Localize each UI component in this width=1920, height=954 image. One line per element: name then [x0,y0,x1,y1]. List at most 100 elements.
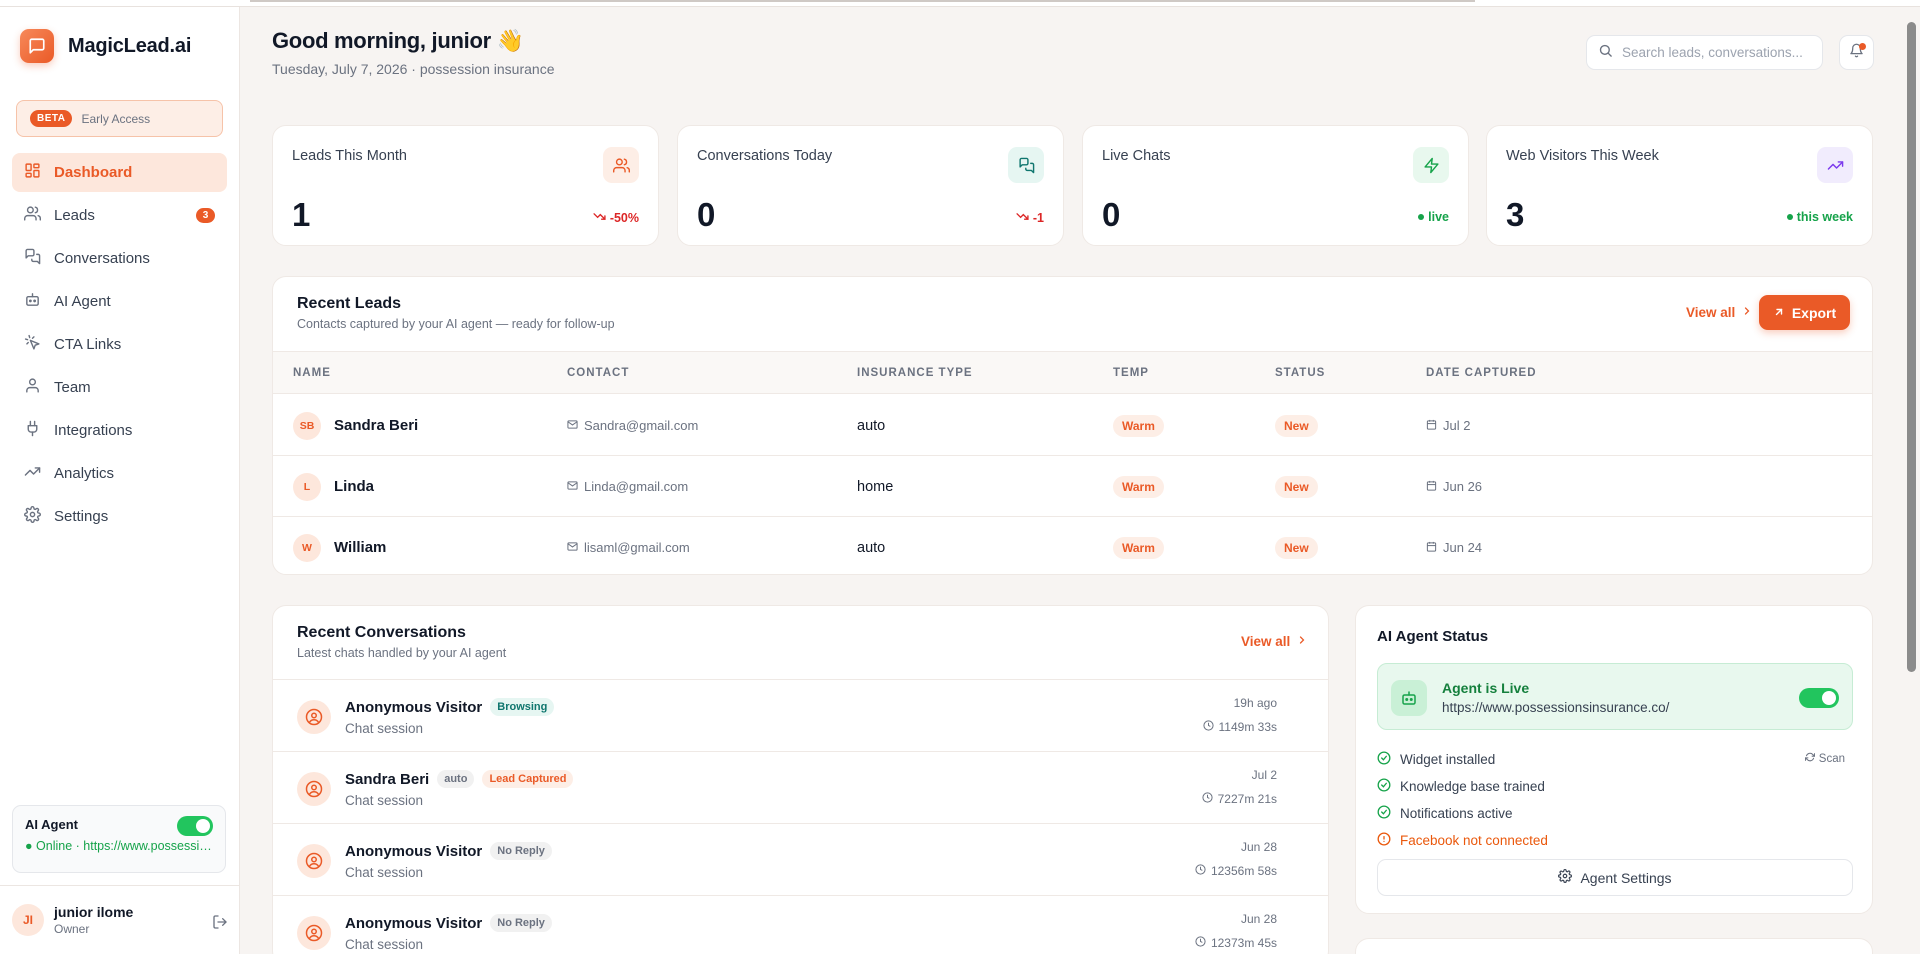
page-scrollbar[interactable] [1907,22,1916,672]
agent-live-url: https://www.possessionsinsurance.co/ [1442,700,1670,715]
plug-icon [24,420,41,441]
logout-icon[interactable] [212,914,228,935]
table-row[interactable]: SB Sandra Beri Sandra@gmail.com auto Warm New… [273,395,1872,456]
lead-insurance-type: home [857,478,894,495]
agent-toggle[interactable] [177,816,213,836]
trend-icon [24,463,41,484]
page-subtitle: Tuesday, July 7, 2026 · possession insur… [272,61,555,77]
ai-agent-status-card: AI Agent Status Agent is Live https://ww… [1355,605,1873,914]
check-circle-icon [1377,751,1391,768]
conversation-duration-text: 12373m 45s [1210,936,1277,950]
calendar-icon [1426,479,1437,494]
avatar: JI [12,904,44,936]
mail-icon [567,418,578,433]
stat-delta: -50% [593,210,639,226]
progress-strip [250,0,1475,2]
leads-count-badge: 3 [196,208,215,223]
lead-name: Linda [334,478,374,495]
agent-check-text: Knowledge base trained [1400,779,1545,794]
sidebar-item-integrations[interactable]: Integrations [12,411,227,450]
visitor-avatar-icon [297,772,331,806]
green-dot-icon [1786,214,1793,220]
status-badge: New [1275,475,1318,498]
browser-top-strip [0,0,1920,7]
user-icon [24,377,41,398]
conversation-tag: No Reply [490,914,552,932]
brand[interactable]: MagicLead.ai [20,29,191,63]
leads-view-all-link[interactable]: View all [1686,305,1753,320]
search-input[interactable] [1622,45,1812,60]
chat-bubble-logo-icon [20,29,54,63]
bot-icon [1391,680,1427,716]
conversation-sub: Chat session [345,793,424,808]
trend-down-icon [1016,210,1029,226]
conversation-duration: 1149m 33s [1202,720,1277,734]
gear-icon [1558,869,1573,886]
conversation-sub: Chat session [345,721,424,736]
users-icon [24,205,42,226]
stat-delta-text: this week [1796,210,1853,224]
bolt-icon [1413,147,1449,183]
agent-check-text: Widget installed [1400,752,1496,767]
sidebar-item-label: Conversations [54,250,150,267]
sidebar-item-dashboard[interactable]: Dashboard [12,153,227,192]
agent-live-toggle[interactable] [1799,688,1839,708]
list-item[interactable]: Anonymous Visitor No Reply Chat session Jun… [273,823,1328,895]
stat-value: 1 [292,196,311,233]
sidebar-item-conversations[interactable]: Conversations [12,239,227,278]
lead-insurance-type: auto [857,539,886,556]
gear-icon [24,506,41,527]
ai-agent-status-title: AI Agent Status [1377,628,1489,645]
conversation-tag: auto [437,770,475,788]
sidebar-item-team[interactable]: Team [12,368,227,407]
col-temp: TEMP [1113,367,1149,379]
table-row[interactable]: L Linda Linda@gmail.com home Warm New Jun 26 [273,456,1872,517]
export-button[interactable]: Export [1759,295,1850,330]
stat-delta-text: live [1428,210,1449,224]
col-contact: CONTACT [567,367,630,379]
agent-check-item: Widget installed Scan [1377,746,1853,773]
conversation-time: Jun 28 [1240,912,1277,926]
list-item[interactable]: Anonymous Visitor No Reply Chat session Jun… [273,895,1328,954]
agent-live-banner: Agent is Live https://www.possessionsins… [1377,663,1853,730]
alert-circle-icon [1377,832,1391,849]
user-profile[interactable]: JI junior ilome Owner [0,885,240,954]
export-label: Export [1791,304,1837,321]
table-row[interactable]: W William lisaml@gmail.com auto Warm New Jun 2… [273,517,1872,574]
conversation-duration-text: 7227m 21s [1217,792,1277,806]
stat-value: 3 [1506,196,1525,233]
sidebar-nav: Dashboard Leads 3 Conversations AI Agent CTA … [12,153,227,540]
search-box[interactable] [1586,35,1823,70]
sidebar-item-ai-agent[interactable]: AI Agent [12,282,227,321]
notifications-button[interactable] [1839,35,1874,70]
visitor-avatar-icon [297,844,331,878]
calendar-icon [1426,418,1437,433]
conversation-name: Anonymous Visitor [345,842,483,860]
recent-conversations-title: Recent Conversations [297,624,466,641]
conversations-view-all-link[interactable]: View all [1241,634,1308,649]
page-title: Good morning, junior 👋 [272,28,524,53]
lead-date: Jul 2 [1443,418,1471,433]
agent-settings-button[interactable]: Agent Settings [1377,859,1853,896]
avatar: W [293,533,321,562]
stat-value: 0 [697,196,716,233]
calendar-icon [1426,540,1437,555]
scan-button[interactable]: Scan [1804,752,1845,765]
sidebar-item-settings[interactable]: Settings [12,497,227,536]
trend-down-icon [593,210,606,226]
list-item[interactable]: Anonymous Visitor Browsing Chat session 19h… [273,679,1328,751]
list-item[interactable]: Sandra Beri auto Lead Captured Chat session… [273,751,1328,823]
sidebar-item-leads[interactable]: Leads 3 [12,196,227,235]
click-icon [24,334,41,355]
stat-label: Web Visitors This Week [1506,148,1659,164]
grid-icon [24,162,41,183]
conversations-view-all-label: View all [1241,634,1291,649]
sidebar-item-cta-links[interactable]: CTA Links [12,325,227,364]
status-badge: New [1275,414,1318,437]
chat-icon [24,248,41,269]
agent-live-title: Agent is Live [1442,680,1530,696]
avatar: L [293,472,321,501]
temp-badge: Warm [1113,536,1164,559]
sidebar-item-analytics[interactable]: Analytics [12,454,227,493]
bot-icon [24,291,41,312]
